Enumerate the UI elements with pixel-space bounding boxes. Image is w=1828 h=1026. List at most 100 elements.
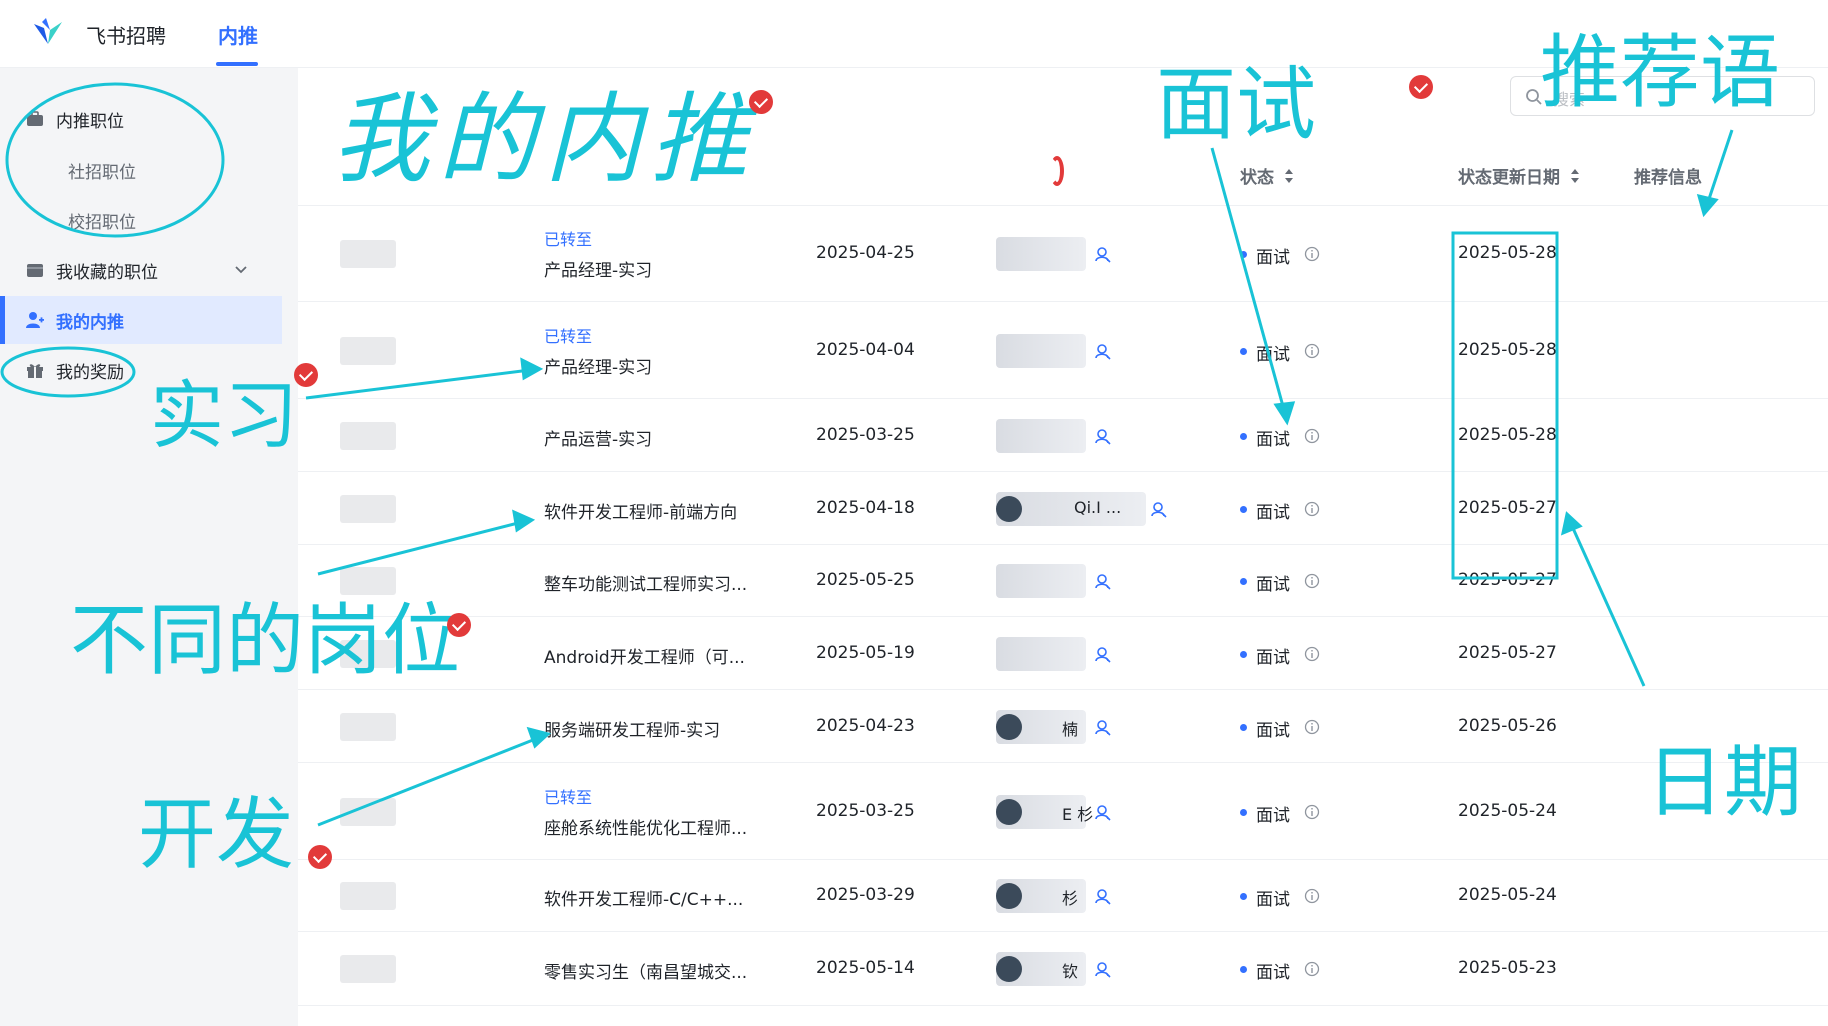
position-name[interactable]: 零售实习生（南昌望城交... <box>544 958 747 983</box>
table-row[interactable]: 已转至 产品经理-实习 2025-04-04 面试 2025-05-28 <box>298 302 1828 399</box>
candidate-chip[interactable] <box>996 237 1086 271</box>
table-row[interactable]: 产品运营-实习 2025-03-25 面试 2025-05-28 <box>298 399 1828 472</box>
candidate-avatar <box>996 883 1022 909</box>
candidate-avatar <box>996 956 1022 982</box>
status-dot <box>1240 893 1247 900</box>
annotation-development: 开发 <box>138 790 295 880</box>
status-updated-date: 2025-05-24 <box>1458 800 1557 821</box>
candidate-profile-icon[interactable] <box>1094 342 1112 360</box>
status-updated-date: 2025-05-27 <box>1458 642 1557 663</box>
position-name[interactable]: 软件开发工程师-前端方向 <box>544 498 737 523</box>
table-row[interactable]: 已转至 产品经理-实习 2025-04-25 面试 2025-05-28 <box>298 206 1828 302</box>
status-text: 面试 <box>1256 429 1290 450</box>
candidate-avatar <box>996 798 1022 825</box>
tab-referral[interactable]: 内推 <box>218 20 258 49</box>
info-icon[interactable] <box>1304 646 1320 662</box>
referral-date: 2025-04-25 <box>816 243 915 263</box>
status-dot <box>1240 578 1247 585</box>
referrer-avatar <box>340 882 396 910</box>
candidate-profile-icon[interactable] <box>1150 500 1168 518</box>
folder-icon <box>27 264 43 277</box>
info-icon[interactable] <box>1304 888 1320 904</box>
referral-date: 2025-05-25 <box>816 570 915 590</box>
position-name[interactable]: 软件开发工程师-C/C++... <box>544 885 743 910</box>
candidate-chip[interactable] <box>996 418 1086 453</box>
status-updated-date: 2025-05-27 <box>1458 570 1557 590</box>
referral-date: 2025-03-29 <box>816 885 915 905</box>
info-icon[interactable] <box>1304 343 1320 359</box>
candidate-profile-icon[interactable] <box>1094 427 1112 445</box>
position-name[interactable]: 产品经理-实习 <box>544 353 652 378</box>
position-name[interactable]: Android开发工程师（可... <box>544 643 745 668</box>
table-row[interactable]: 服务端研发工程师-实习 2025-04-23 楠 面试 2025-05-26 <box>298 690 1828 763</box>
table-row[interactable]: 零售实习生（南昌望城交... 2025-05-14 钦 面试 2025-05-23 <box>298 932 1828 1006</box>
column-header-label: 状态 <box>1240 168 1274 188</box>
status-dot <box>1240 505 1247 513</box>
referrer-avatar <box>340 336 396 365</box>
status-text: 面试 <box>1256 963 1290 983</box>
check-mark-icon <box>294 363 318 387</box>
info-icon[interactable] <box>1304 573 1320 589</box>
sidebar-item-referral-positions[interactable]: 内推职位 <box>0 95 282 143</box>
info-icon[interactable] <box>1304 961 1320 977</box>
sidebar-item-social-positions[interactable]: 社招职位 <box>68 158 136 183</box>
briefcase-icon <box>27 111 43 126</box>
candidate-chip[interactable] <box>996 333 1086 368</box>
column-header-label: 状态更新日期 <box>1458 168 1560 188</box>
status-text: 面试 <box>1256 248 1290 268</box>
annotation-different-positions: 不同的岗位 <box>70 596 461 686</box>
candidate-profile-icon[interactable] <box>1094 645 1112 663</box>
status-dot <box>1240 347 1247 355</box>
position-name[interactable]: 整车功能测试工程师实习... <box>544 570 747 595</box>
check-mark-icon <box>308 845 332 869</box>
status-updated-date: 2025-05-23 <box>1458 958 1557 978</box>
status-text: 面试 <box>1256 344 1290 365</box>
column-header-status[interactable]: 状态 <box>1240 150 1294 206</box>
annotation-my-referral: 我的内推 <box>332 83 757 197</box>
sort-icon[interactable] <box>1284 167 1294 185</box>
position-name[interactable]: 服务端研发工程师-实习 <box>544 716 720 741</box>
candidate-profile-icon[interactable] <box>1094 887 1112 905</box>
position-name[interactable]: 座舱系统性能优化工程师... <box>544 814 747 839</box>
candidate-avatar <box>996 495 1022 522</box>
column-header-updated[interactable]: 状态更新日期 <box>1458 150 1580 206</box>
table-row[interactable]: Android开发工程师（可... 2025-05-19 面试 2025-05-27 <box>298 617 1828 690</box>
candidate-profile-icon[interactable] <box>1094 960 1112 978</box>
chevron-down-icon[interactable] <box>232 261 250 279</box>
info-icon[interactable] <box>1304 428 1320 444</box>
table-row[interactable]: 软件开发工程师-C/C++... 2025-03-29 杉 面试 2025-05-24 <box>298 860 1828 932</box>
sidebar-item-my-referrals[interactable]: 我的内推 <box>0 296 282 344</box>
candidate-profile-icon[interactable] <box>1094 803 1112 821</box>
info-icon[interactable] <box>1304 246 1320 262</box>
table-row[interactable]: 已转至 座舱系统性能优化工程师... 2025-03-25 E 杉 面试 2025-05-… <box>298 763 1828 860</box>
table-row[interactable]: 整车功能测试工程师实习... 2025-05-25 面试 2025-05-27 <box>298 545 1828 617</box>
position-name[interactable]: 产品经理-实习 <box>544 256 652 281</box>
loading-spinner-icon <box>1050 156 1064 186</box>
annotation-date: 日期 <box>1646 738 1803 828</box>
candidate-profile-icon[interactable] <box>1094 572 1112 590</box>
candidate-chip[interactable] <box>996 564 1086 598</box>
sidebar-item-campus-positions[interactable]: 校招职位 <box>68 208 136 233</box>
status-text: 面试 <box>1256 647 1290 668</box>
check-mark-icon <box>749 90 773 114</box>
table-row[interactable]: 软件开发工程师-前端方向 2025-04-18 Qi.I ... 面试 2025-05-… <box>298 472 1828 545</box>
status-text: 面试 <box>1256 805 1290 826</box>
candidate-name: E 杉 <box>1062 804 1094 824</box>
candidate-avatar <box>996 713 1022 740</box>
candidate-profile-icon[interactable] <box>1094 245 1112 263</box>
sort-icon[interactable] <box>1570 167 1580 185</box>
sidebar-item-favorite-positions[interactable]: 我收藏的职位 <box>0 246 282 294</box>
sidebar-item-label: 我的奖励 <box>56 362 124 383</box>
candidate-profile-icon[interactable] <box>1094 718 1112 736</box>
position-name[interactable]: 产品运营-实习 <box>544 425 652 450</box>
info-icon[interactable] <box>1304 804 1320 820</box>
column-header-recommend: 推荐信息 <box>1634 168 1702 188</box>
info-icon[interactable] <box>1304 501 1320 517</box>
annotation-recommend: 推荐语 <box>1540 26 1780 119</box>
status-dot <box>1240 966 1247 973</box>
sidebar-item-label: 我的内推 <box>56 312 124 333</box>
info-icon[interactable] <box>1304 719 1320 735</box>
candidate-chip[interactable] <box>996 636 1086 671</box>
referrer-avatar <box>340 240 396 268</box>
candidate-name: 钦 <box>1062 962 1079 981</box>
